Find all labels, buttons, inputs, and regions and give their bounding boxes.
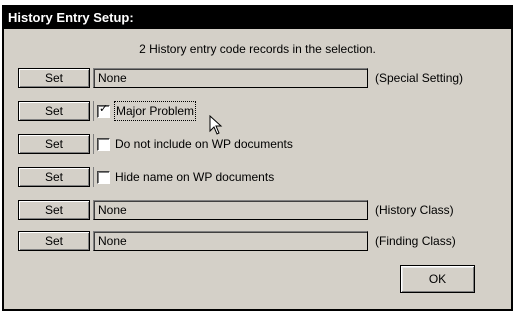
- hide-name-checkbox[interactable]: [97, 170, 110, 184]
- history-class-field[interactable]: None: [93, 200, 368, 220]
- history-class-label: (History Class): [375, 203, 454, 217]
- separator: [93, 134, 94, 154]
- set-major-problem-button[interactable]: Set: [18, 101, 90, 121]
- check-mark-icon: ✓: [99, 102, 109, 115]
- special-setting-field[interactable]: None: [93, 68, 368, 88]
- set-history-class-button[interactable]: Set: [18, 200, 90, 220]
- major-problem-checkbox[interactable]: ✓: [97, 102, 110, 118]
- do-not-include-option[interactable]: Do not include on WP documents: [93, 134, 294, 154]
- set-special-setting-button[interactable]: Set: [18, 68, 90, 88]
- set-hide-name-button[interactable]: Set: [18, 167, 90, 187]
- set-do-not-include-button[interactable]: Set: [18, 134, 90, 154]
- arrow-pointer-icon: [209, 115, 223, 135]
- selection-info-text: 2 History entry code records in the sele…: [139, 42, 376, 56]
- history-entry-setup-dialog: History Entry Setup: 2 History entry cod…: [2, 5, 513, 311]
- finding-class-label: (Finding Class): [375, 234, 456, 248]
- major-problem-label: Major Problem: [114, 101, 197, 121]
- separator: [93, 167, 94, 187]
- dialog-title: History Entry Setup:: [4, 7, 511, 29]
- do-not-include-label: Do not include on WP documents: [115, 137, 293, 151]
- set-finding-class-button[interactable]: Set: [18, 231, 90, 251]
- major-problem-option[interactable]: ✓ Major Problem: [93, 101, 197, 121]
- ok-button[interactable]: OK: [400, 265, 475, 293]
- hide-name-option[interactable]: Hide name on WP documents: [93, 167, 275, 187]
- special-setting-label: (Special Setting): [375, 71, 464, 85]
- hide-name-label: Hide name on WP documents: [115, 170, 275, 184]
- do-not-include-checkbox[interactable]: [97, 137, 110, 151]
- finding-class-field[interactable]: None: [93, 231, 368, 251]
- separator: [93, 101, 94, 121]
